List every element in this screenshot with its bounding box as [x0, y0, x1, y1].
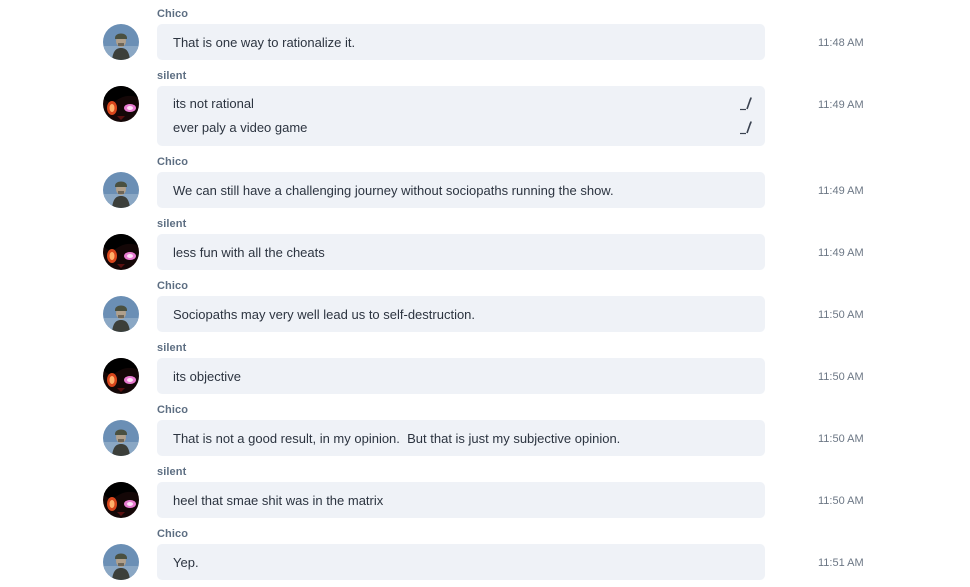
- message-text: That is one way to rationalize it.: [173, 35, 356, 50]
- message-line[interactable]: That is not a good result, in my opinion…: [157, 420, 765, 456]
- red-eyed-character-avatar-icon: [103, 86, 139, 122]
- author-name[interactable]: Chico: [157, 280, 188, 293]
- message-bubble: Sociopaths may very well lead us to self…: [157, 296, 765, 332]
- message-text: its objective: [173, 369, 241, 384]
- message-bubble: its not rational ever paly a video game: [157, 86, 765, 146]
- message-timestamp: 11:51 AM: [818, 557, 864, 569]
- message-line[interactable]: less fun with all the cheats: [157, 234, 765, 270]
- soldier-avatar-icon: [103, 172, 139, 208]
- author-name[interactable]: silent: [157, 218, 186, 231]
- soldier-avatar-icon: [103, 420, 139, 456]
- message-bubble: That is one way to rationalize it.: [157, 24, 765, 60]
- message-timestamp: 11:50 AM: [818, 495, 864, 507]
- message-text: Yep.: [173, 555, 199, 570]
- message-bubble: less fun with all the cheats: [157, 234, 765, 270]
- red-eyed-character-avatar-icon: [103, 358, 139, 394]
- message-line[interactable]: That is one way to rationalize it.: [157, 24, 765, 60]
- message-timestamp: 11:50 AM: [818, 433, 864, 445]
- author-name[interactable]: Chico: [157, 156, 188, 169]
- author-name[interactable]: Chico: [157, 404, 188, 417]
- message-line[interactable]: Sociopaths may very well lead us to self…: [157, 296, 765, 332]
- message-line[interactable]: Yep.: [157, 544, 765, 580]
- message-timestamp: 11:49 AM: [818, 185, 864, 197]
- avatar-chico[interactable]: [103, 544, 139, 580]
- soldier-avatar-icon: [103, 24, 139, 60]
- message-text: Sociopaths may very well lead us to self…: [173, 307, 476, 322]
- author-name[interactable]: Chico: [157, 8, 188, 21]
- message-text: less fun with all the cheats: [173, 245, 325, 260]
- avatar-silent[interactable]: [103, 482, 139, 518]
- message-text: heel that smae shit was in the matrix: [173, 493, 384, 508]
- message-line[interactable]: heel that smae shit was in the matrix: [157, 482, 765, 518]
- message-text: That is not a good result, in my opinion…: [173, 431, 621, 446]
- message-text: its not rational: [173, 96, 254, 111]
- avatar-chico[interactable]: [103, 296, 139, 332]
- avatar-chico[interactable]: [103, 420, 139, 456]
- avatar-silent[interactable]: [103, 234, 139, 270]
- chat-message-list: Chico That is one way to rationalize it.…: [0, 0, 970, 587]
- message-bubble: We can still have a challenging journey …: [157, 172, 765, 208]
- message-line[interactable]: We can still have a challenging journey …: [157, 172, 765, 208]
- message-bubble: its objective: [157, 358, 765, 394]
- message-timestamp: 11:50 AM: [818, 309, 864, 321]
- message-timestamp: 11:49 AM: [818, 247, 864, 259]
- author-name[interactable]: Chico: [157, 528, 188, 541]
- message-timestamp: 11:50 AM: [818, 371, 864, 383]
- message-bubble: Yep.: [157, 544, 765, 580]
- author-name[interactable]: silent: [157, 342, 186, 355]
- red-eyed-character-avatar-icon: [103, 482, 139, 518]
- avatar-chico[interactable]: [103, 24, 139, 60]
- message-line[interactable]: ever paly a video game: [157, 116, 765, 140]
- message-timestamp: 11:49 AM: [818, 99, 864, 111]
- message-text: ever paly a video game: [173, 120, 308, 135]
- avatar-silent[interactable]: [103, 86, 139, 122]
- pencil-icon[interactable]: [739, 97, 753, 111]
- message-line[interactable]: its objective: [157, 358, 765, 394]
- soldier-avatar-icon: [103, 296, 139, 332]
- message-bubble: That is not a good result, in my opinion…: [157, 420, 765, 456]
- red-eyed-character-avatar-icon: [103, 234, 139, 270]
- message-bubble: heel that smae shit was in the matrix: [157, 482, 765, 518]
- avatar-silent[interactable]: [103, 358, 139, 394]
- message-line[interactable]: its not rational: [157, 92, 765, 116]
- avatar-chico[interactable]: [103, 172, 139, 208]
- message-timestamp: 11:48 AM: [818, 37, 864, 49]
- soldier-avatar-icon: [103, 544, 139, 580]
- author-name[interactable]: silent: [157, 466, 186, 479]
- message-text: We can still have a challenging journey …: [173, 183, 614, 198]
- pencil-icon[interactable]: [739, 121, 753, 135]
- author-name[interactable]: silent: [157, 70, 186, 83]
